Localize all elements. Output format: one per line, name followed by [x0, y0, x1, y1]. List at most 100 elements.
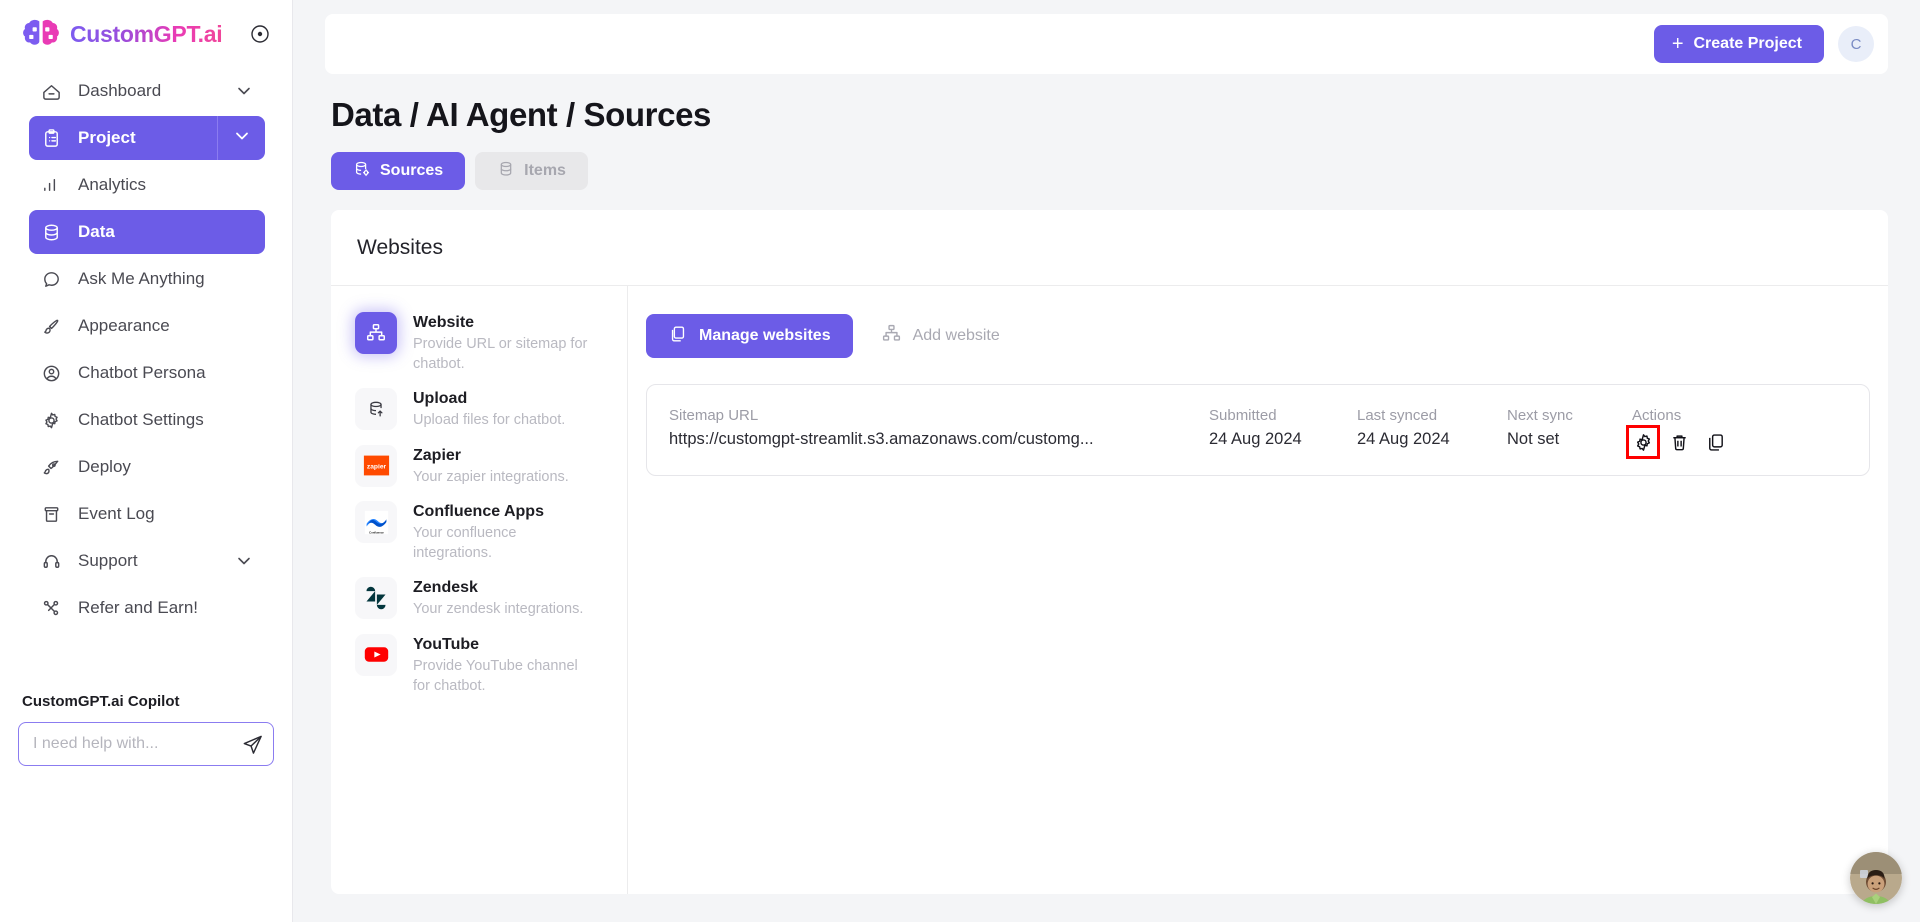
chevron-down-icon: [233, 127, 251, 150]
column-header-submitted: Submitted: [1209, 407, 1277, 424]
source-item-zapier[interactable]: zapier Zapier Your zapier integrations.: [355, 444, 627, 488]
sidebar-item-chatbot-settings[interactable]: Chatbot Settings: [29, 398, 265, 442]
source-item-youtube[interactable]: YouTube Provide YouTube channel for chat…: [355, 633, 627, 696]
source-item-name: Zapier: [413, 446, 462, 464]
sidebar-item-chatbot-persona[interactable]: Chatbot Persona: [29, 351, 265, 395]
sidebar-item-event-log[interactable]: Event Log: [29, 492, 265, 536]
source-item-upload[interactable]: Upload Upload files for chatbot.: [355, 388, 627, 431]
database-icon: [497, 160, 515, 183]
add-website-button[interactable]: Add website: [867, 314, 1014, 358]
create-project-button[interactable]: + Create Project: [1653, 25, 1824, 63]
sidebar-item-dashboard[interactable]: Dashboard: [29, 69, 265, 113]
confluence-logo-icon: Confluence: [355, 501, 397, 544]
cell-last-synced: 24 Aug 2024: [1357, 430, 1450, 448]
support-agent-avatar: [1850, 852, 1902, 904]
create-project-label: Create Project: [1693, 35, 1803, 52]
tab-sources[interactable]: Sources: [331, 152, 466, 190]
source-item-desc: Provide URL or sitemap for chatbot.: [413, 336, 588, 372]
sidebar-item-appearance[interactable]: Appearance: [29, 304, 265, 348]
copilot-title: CustomGPT.ai Copilot: [22, 693, 180, 710]
source-item-name: Confluence Apps: [413, 503, 544, 521]
user-avatar[interactable]: C: [1838, 26, 1874, 62]
sidebar: CustomGPT.ai Dashboard Project Analytics…: [0, 0, 293, 922]
sidebar-item-label: Ask Me Anything: [78, 269, 205, 288]
sidebar-item-label: Refer and Earn!: [78, 598, 199, 617]
sidebar-item-deploy[interactable]: Deploy: [29, 445, 265, 489]
home-icon: [41, 81, 62, 102]
sidebar-item-label: Chatbot Settings: [78, 410, 204, 429]
project-dropdown-toggle[interactable]: [217, 116, 265, 160]
source-item-name: Website: [413, 314, 475, 331]
avatar-initial: C: [1850, 35, 1862, 53]
card-heading: Websites: [331, 210, 1888, 286]
source-item-name: YouTube: [413, 635, 480, 653]
gear-icon[interactable]: [1626, 425, 1660, 459]
database-icon: [41, 222, 62, 243]
sidebar-item-project[interactable]: Project: [29, 116, 265, 160]
app-root: CustomGPT.ai Dashboard Project Analytics…: [0, 0, 1920, 922]
sidebar-item-label: Data: [78, 222, 115, 241]
sidebar-item-data[interactable]: Data: [29, 210, 265, 254]
youtube-logo-icon: [355, 633, 397, 676]
source-item-website[interactable]: Website Provide URL or sitemap for chatb…: [355, 312, 627, 374]
cell-sitemap-url: https://customgpt-streamlit.s3.amazonaws…: [669, 430, 1094, 448]
sidebar-item-label: Support: [78, 551, 138, 570]
tab-bar: Sources Items: [331, 152, 1920, 190]
plus-icon: +: [1671, 33, 1684, 55]
copilot-block: CustomGPT.ai Copilot: [0, 693, 292, 766]
source-item-zendesk[interactable]: Zendesk Your zendesk integrations.: [355, 577, 627, 620]
manage-websites-label: Manage websites: [699, 327, 831, 344]
support-chat-widget[interactable]: [1850, 852, 1902, 904]
target-icon[interactable]: [250, 24, 270, 44]
svg-text:Confluence: Confluence: [369, 530, 384, 534]
sidebar-item-analytics[interactable]: Analytics: [29, 163, 265, 207]
source-action-row: Manage websites Add website: [646, 314, 1888, 358]
source-item-desc: Your zendesk integrations.: [413, 601, 584, 618]
sidebar-item-label: Appearance: [78, 316, 170, 335]
manage-websites-button[interactable]: Manage websites: [646, 314, 853, 358]
card-body: Website Provide URL or sitemap for chatb…: [331, 286, 1888, 894]
share-nodes-icon: [41, 598, 62, 619]
source-item-text: Upload Upload files for chatbot.: [413, 388, 565, 431]
source-item-text: Zapier Your zapier integrations.: [413, 445, 569, 488]
source-item-desc: Provide YouTube channel for chatbot.: [413, 657, 578, 694]
sidebar-item-label: Chatbot Persona: [78, 363, 206, 382]
cell-next-sync: Not set: [1507, 430, 1560, 448]
send-icon[interactable]: [240, 732, 264, 756]
websites-card: Websites Website Provide URL or sitemap …: [331, 210, 1888, 894]
headset-icon: [41, 551, 62, 572]
tab-label: Sources: [380, 162, 444, 179]
copilot-input-wrap[interactable]: [18, 722, 274, 766]
table-grid: Sitemap URL Submitted Last synced Next s…: [669, 407, 1845, 459]
brand-row: CustomGPT.ai: [0, 0, 292, 62]
copy-icon[interactable]: [1704, 431, 1726, 453]
source-item-text: Confluence Apps Your confluence integrat…: [413, 501, 588, 563]
copilot-input[interactable]: [33, 735, 240, 753]
sidebar-item-label: Event Log: [78, 504, 155, 523]
chevron-down-icon[interactable]: [235, 552, 253, 570]
column-header-sitemap-url: Sitemap URL: [669, 407, 759, 424]
gear-icon: [41, 410, 62, 431]
source-type-list: Website Provide URL or sitemap for chatb…: [331, 286, 628, 894]
sidebar-item-label: Analytics: [78, 175, 147, 194]
source-item-text: Zendesk Your zendesk integrations.: [413, 577, 583, 620]
main-content: + Create Project C Data / AI Agent / Sou…: [293, 0, 1920, 922]
chevron-down-icon[interactable]: [235, 82, 253, 100]
sidebar-item-label: Project: [78, 128, 136, 147]
archive-icon: [41, 504, 62, 525]
column-header-actions: Actions: [1632, 407, 1682, 424]
websites-table: Sitemap URL Submitted Last synced Next s…: [646, 384, 1870, 476]
cell-submitted: 24 Aug 2024: [1209, 430, 1302, 448]
customgpt-brain-logo-icon: [22, 18, 60, 50]
trash-icon[interactable]: [1668, 431, 1690, 453]
tab-items[interactable]: Items: [475, 152, 588, 190]
clipboard-icon: [41, 128, 62, 149]
sidebar-item-support[interactable]: Support: [29, 539, 265, 583]
sitemap-icon: [881, 323, 902, 349]
sidebar-item-refer-and-earn[interactable]: Refer and Earn!: [29, 586, 265, 630]
sidebar-item-ask-me-anything[interactable]: Ask Me Anything: [29, 257, 265, 301]
source-item-confluence[interactable]: Confluence Confluence Apps Your confluen…: [355, 501, 627, 563]
sidebar-item-project-main[interactable]: Project: [29, 116, 217, 160]
paintbrush-icon: [41, 316, 62, 337]
copy-icon: [668, 324, 688, 349]
